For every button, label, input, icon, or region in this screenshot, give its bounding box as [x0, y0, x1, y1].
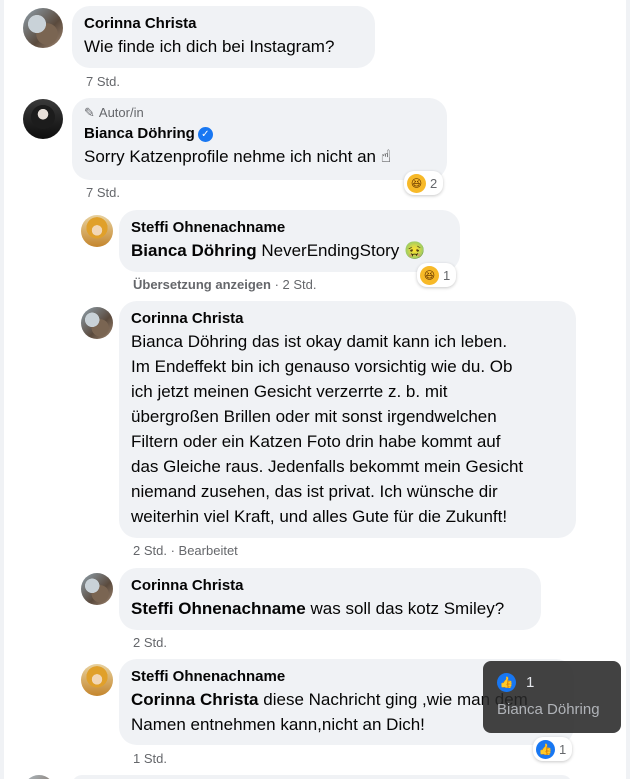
avatar[interactable]	[23, 8, 63, 48]
avatar[interactable]	[23, 775, 55, 779]
comment-bubble: ✎ Autor/in Bianca Döhring ✓ Sorry Katzenp…	[72, 98, 447, 180]
reply-text-line: das Gleiche raus. Jedenfalls bekommt mei…	[131, 457, 524, 476]
reply-bubble: Corinna Christa Bianca Döhring das ist o…	[119, 301, 576, 538]
tooltip-count: 1	[526, 673, 535, 691]
mention-link[interactable]: Bianca Döhring	[131, 241, 257, 260]
translate-link[interactable]: Übersetzung anzeigen	[133, 277, 271, 292]
comment-text: Wie finde ich dich bei Instagram?	[84, 37, 335, 56]
avatar[interactable]	[81, 215, 113, 247]
avatar[interactable]	[81, 664, 113, 696]
reply-bubble: Corinna Christa Steffi Ohnenachname was …	[119, 568, 541, 630]
avatar[interactable]	[81, 307, 113, 339]
tooltip-name: Bianca Döhring	[497, 701, 600, 718]
author-badge-label: Autor/in	[98, 105, 144, 120]
reaction-count: 1	[559, 741, 567, 757]
reaction-summary[interactable]: 😆 2	[404, 171, 444, 195]
reply-meta: 1 Std.	[133, 751, 167, 767]
reply-text-line: weiterhin viel Kraft, und alles Gute für…	[131, 507, 508, 526]
meta-separator: ·	[166, 543, 179, 558]
comment-bubble: Corinna Christa Wie finde ich dich bei I…	[72, 6, 375, 68]
comment-text: Sorry Katzenprofile nehme ich nicht an ☝	[84, 147, 392, 166]
edited-label: Bearbeitet	[178, 543, 238, 558]
reaction-count: 2	[430, 175, 438, 191]
reply-author[interactable]: Corinna Christa	[131, 309, 564, 329]
avatar[interactable]	[81, 573, 113, 605]
next-comment-bubble	[72, 775, 572, 779]
mention-link[interactable]: Steffi Ohnenachname	[131, 599, 306, 618]
haha-reaction-icon: 😆	[420, 265, 439, 285]
reply-meta: 2 Std.	[133, 635, 167, 651]
reply-text-line: niemand zusehen, das ist privat. Ich wün…	[131, 482, 498, 501]
meta-separator: ·	[270, 277, 283, 292]
comment-author[interactable]: Corinna Christa	[84, 14, 363, 34]
reaction-summary[interactable]: 😆 1	[417, 263, 457, 287]
reply-text-line: das ist okay damit kann ich leben.	[247, 332, 508, 351]
feed-left-border	[0, 0, 4, 779]
pencil-icon: ✎	[84, 105, 95, 120]
reply-meta: 2 Std. · Bearbeitet	[133, 543, 238, 559]
verified-badge-icon: ✓	[197, 126, 213, 142]
reply-text-line: ich jetzt meinen Gesicht verzerrte z. b.…	[131, 382, 448, 401]
reply-author[interactable]: Corinna Christa	[131, 576, 529, 596]
comment-author[interactable]: Bianca Döhring	[84, 125, 195, 142]
reaction-tooltip: 👍 1 Bianca Döhring	[483, 661, 621, 733]
reply-bubble: Steffi Ohnenachname Bianca Döhring Never…	[119, 210, 460, 272]
reply-text-line: Im Endeffekt bin ich genauso vorsichtig …	[131, 357, 513, 376]
reply-time[interactable]: 2 Std.	[133, 635, 167, 650]
reaction-count: 1	[443, 267, 451, 283]
reply-meta: Übersetzung anzeigen · 2 Std.	[133, 277, 317, 293]
haha-reaction-icon: 😆	[407, 173, 426, 193]
reply-time[interactable]: 2 Std.	[133, 543, 167, 558]
reply-text-line: Filtern oder ein Katzen Foto drin habe k…	[131, 432, 501, 451]
reply-text: NeverEndingStory 🤢	[256, 241, 426, 260]
like-reaction-icon: 👍	[536, 739, 555, 759]
comment-meta: 7 Std.	[86, 74, 120, 90]
like-reaction-icon: 👍	[497, 672, 516, 692]
comment-author-row: Bianca Döhring ✓	[84, 124, 435, 144]
reaction-summary[interactable]: 👍 1	[533, 737, 573, 761]
reply-text-line: übergroßen Brillen oder mit sonst irgend…	[131, 407, 497, 426]
reply-time[interactable]: 2 Std.	[283, 277, 317, 292]
feed-right-border	[626, 0, 630, 779]
tooltip-count-row: 👍 1	[497, 671, 607, 693]
reply-time[interactable]: 1 Std.	[133, 751, 167, 766]
reply-author[interactable]: Steffi Ohnenachname	[131, 218, 448, 238]
mention-link[interactable]: Bianca Döhring	[131, 332, 247, 351]
comment-meta: 7 Std.	[86, 185, 120, 201]
avatar[interactable]	[23, 99, 63, 139]
comment-time[interactable]: 7 Std.	[86, 185, 120, 200]
reply-text: was soll das kotz Smiley?	[305, 599, 505, 618]
author-badge: ✎ Autor/in	[84, 104, 435, 122]
comment-time[interactable]: 7 Std.	[86, 74, 120, 89]
mention-link[interactable]: Corinna Christa	[131, 690, 259, 709]
